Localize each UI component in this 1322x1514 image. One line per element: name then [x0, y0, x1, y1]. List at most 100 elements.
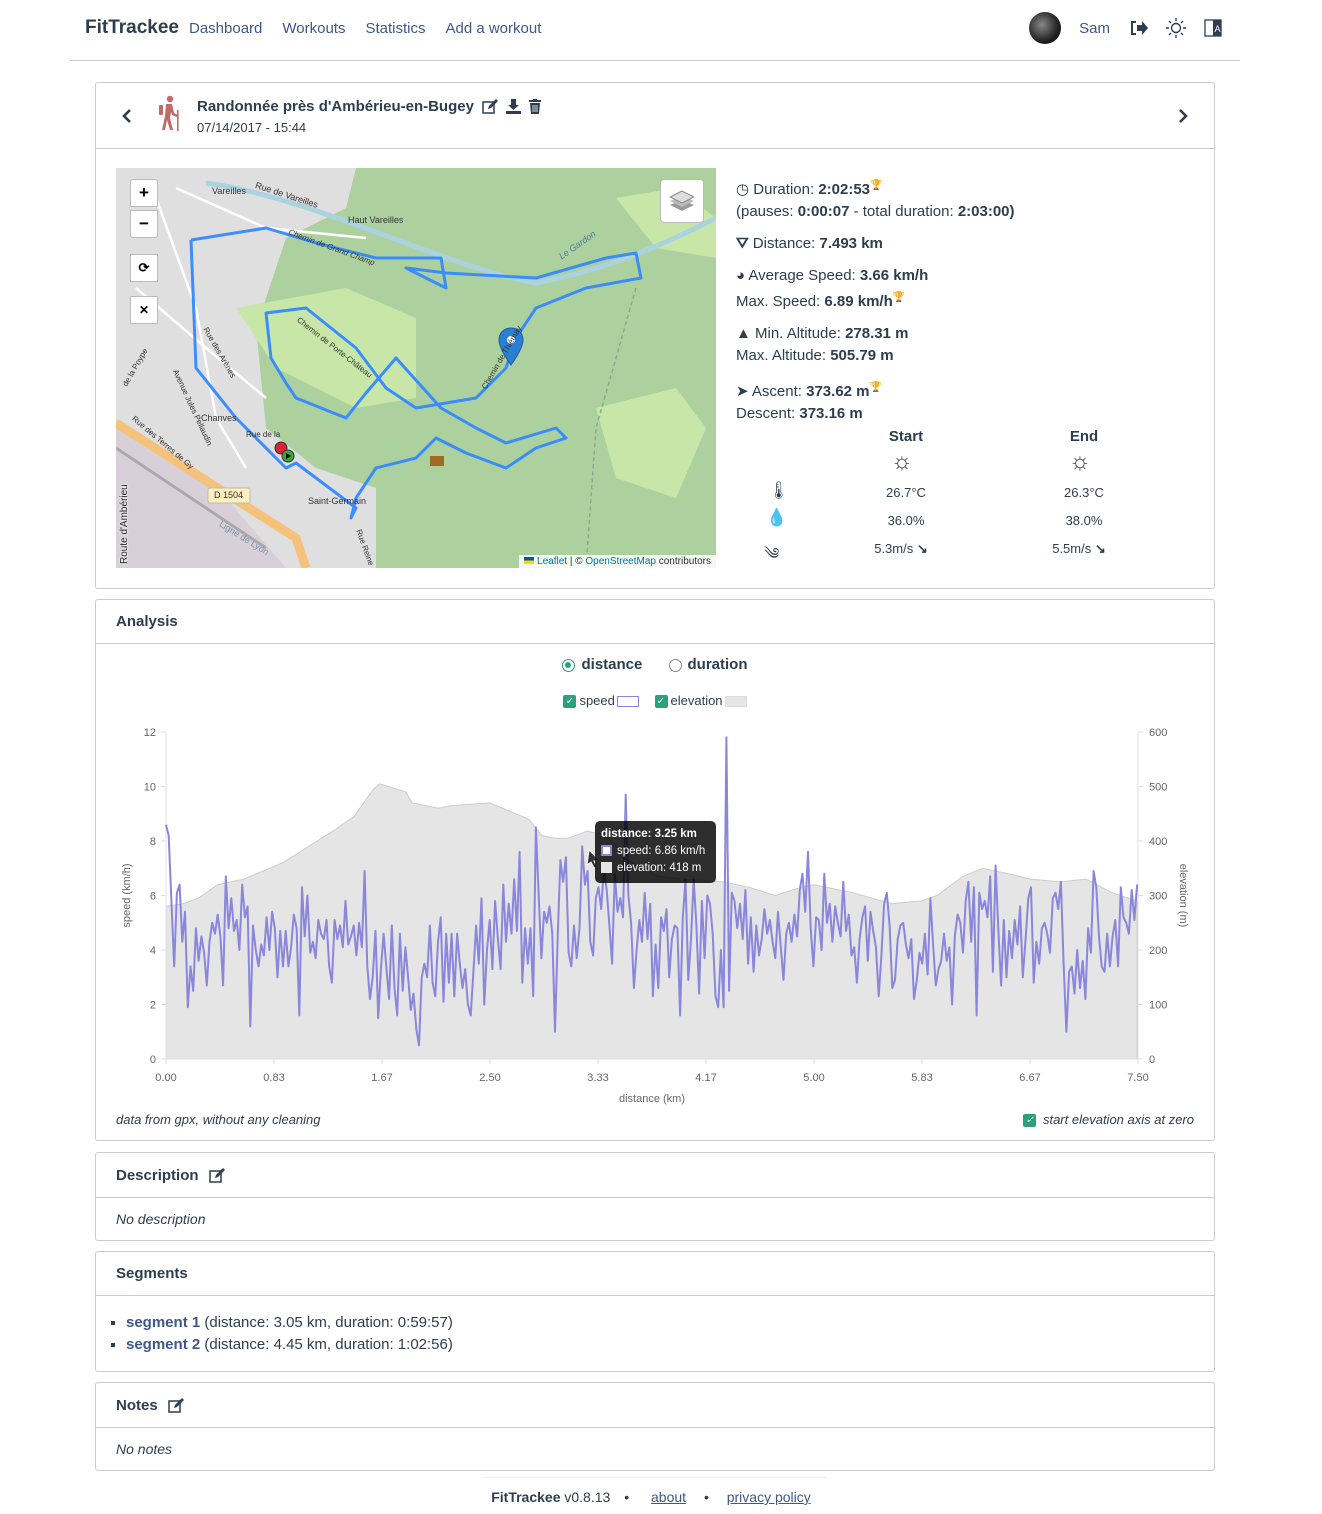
- pauses-label: (pauses:: [736, 203, 798, 220]
- language-icon[interactable]: A: [1204, 19, 1222, 37]
- weather-start-label: Start: [888, 428, 924, 445]
- map-label: Rue des Terres de Gy: [130, 414, 196, 471]
- layers-button[interactable]: [660, 179, 704, 223]
- sun-icon: ☼: [891, 448, 913, 475]
- analysis-title: Analysis: [96, 600, 1214, 644]
- segment-2-link[interactable]: segment 2: [126, 1336, 200, 1353]
- descent-value: 373.16 m: [799, 405, 863, 422]
- y2-tick-label: 100: [1149, 1000, 1167, 1012]
- trophy-icon: 🏆: [892, 292, 906, 303]
- radio-distance-label: distance: [581, 656, 643, 673]
- edit-icon[interactable]: [167, 1397, 184, 1413]
- y-tick-label: 2: [150, 1000, 156, 1012]
- x-tick-label: 1.67: [371, 1072, 392, 1084]
- y2-tick-label: 500: [1149, 782, 1167, 794]
- map-label: Rue Reine: [354, 528, 376, 567]
- speed-elevation-chart[interactable]: 0 2 4 6 8 10 12 0 100 200 300 400 500 600 0.00 0.83 1.67…: [96, 720, 1214, 1110]
- footer-brand: FitTrackee: [491, 1489, 561, 1505]
- leaflet-link[interactable]: Leaflet: [537, 556, 567, 567]
- map-label: Ligne de Lyon: [217, 518, 271, 558]
- osm-link[interactable]: OpenStreetMap: [585, 556, 656, 567]
- x-tick-label: 4.17: [695, 1072, 716, 1084]
- next-workout-chevron-icon[interactable]: [1178, 109, 1188, 123]
- x-tick-label: 5.00: [803, 1072, 824, 1084]
- map-label: Le Gardon: [556, 228, 598, 262]
- edit-icon[interactable]: [208, 1167, 225, 1183]
- radio-distance[interactable]: distance: [562, 656, 642, 673]
- nav-statistics[interactable]: Statistics: [365, 20, 425, 37]
- ascent-value: 373.62 m: [806, 383, 870, 400]
- tachometer-icon: ◕: [736, 267, 746, 284]
- logout-icon[interactable]: [1130, 20, 1148, 36]
- segments-card: Segments segment 1 (distance: 3.05 km, d…: [95, 1251, 1215, 1372]
- max-speed-value: 6.89 km/h: [824, 293, 893, 310]
- check-icon: ✓: [654, 695, 668, 709]
- min-alt-label: Min. Altitude:: [755, 325, 846, 342]
- legend-speed-label: speed: [579, 693, 615, 708]
- x-tick-label: 6.67: [1019, 1072, 1040, 1084]
- fullscreen-button[interactable]: ✕: [130, 296, 158, 324]
- map-label: Rue des Arènes: [201, 325, 238, 380]
- segment-1-link[interactable]: segment 1: [126, 1314, 200, 1331]
- distance-label: Distance:: [752, 235, 820, 252]
- zoom-in-button[interactable]: +: [130, 179, 158, 207]
- map-labels: Vareilles Rue de Vareilles Haut Vareille…: [116, 168, 716, 568]
- about-link[interactable]: about: [651, 1489, 686, 1505]
- delete-icon[interactable]: [528, 99, 541, 114]
- user-name-link[interactable]: Sam: [1079, 20, 1110, 37]
- nav-dashboard[interactable]: Dashboard: [189, 20, 262, 37]
- svg-text:A: A: [1215, 24, 1221, 34]
- distance-value: 7.493 km: [819, 235, 883, 252]
- wind-direction-icon: ↘: [1094, 541, 1106, 556]
- clock-icon: ◷: [736, 181, 750, 198]
- elevation-swatch: [724, 696, 747, 708]
- min-alt-value: 278.31 m: [845, 325, 909, 342]
- workout-map[interactable]: Vareilles Rue de Vareilles Haut Vareille…: [116, 168, 716, 568]
- y-tick-label: 12: [144, 727, 156, 739]
- workout-title: Randonnée près d'Ambérieu-en-Bugey: [197, 98, 474, 115]
- edit-icon[interactable]: [482, 99, 498, 114]
- weather-end-label: End: [1069, 428, 1099, 445]
- radio-duration[interactable]: duration: [668, 656, 748, 673]
- refresh-icon: ⟳: [138, 260, 150, 275]
- previous-workout-chevron-icon[interactable]: [122, 109, 132, 123]
- legend-elevation[interactable]: ✓ elevation: [654, 693, 747, 709]
- nav-add-workout[interactable]: Add a workout: [445, 20, 541, 37]
- trophy-icon: 🏆: [870, 180, 883, 191]
- speed-swatch: [616, 696, 639, 708]
- tooltip-title: distance: 3.25 km: [601, 828, 697, 840]
- download-icon[interactable]: [505, 99, 521, 114]
- nav-workouts[interactable]: Workouts: [282, 20, 345, 37]
- y2-tick-label: 400: [1149, 836, 1167, 848]
- max-speed-label: Max. Speed:: [736, 293, 825, 310]
- avatar[interactable]: [1029, 12, 1062, 44]
- privacy-policy-link[interactable]: privacy policy: [727, 1489, 811, 1505]
- total-duration-value: 2:03:00: [957, 203, 1010, 220]
- description-text: No description: [116, 1211, 206, 1227]
- y-tick-label: 4: [150, 945, 156, 957]
- y2-tick-label: 0: [1149, 1054, 1155, 1066]
- legend-elevation-label: elevation: [670, 693, 723, 708]
- map-label: Vareilles: [212, 186, 246, 196]
- hiking-icon: [159, 95, 179, 131]
- legend-speed[interactable]: ✓ speed: [563, 693, 639, 709]
- workout-card: Randonnée près d'Ambérieu-en-Bugey 07/14…: [95, 82, 1215, 589]
- brand-logo[interactable]: FitTrackee: [85, 17, 179, 39]
- segment-detail: (distance: 4.45 km, duration: 1:02:56): [200, 1336, 453, 1353]
- reset-map-button[interactable]: ⟳: [130, 254, 158, 282]
- description-card: Description No description: [95, 1152, 1215, 1241]
- zoom-out-button[interactable]: −: [130, 210, 158, 238]
- zero-axis-checkbox[interactable]: ✓ start elevation axis at zero: [1023, 1112, 1194, 1128]
- avg-speed-label: Average Speed:: [748, 267, 860, 284]
- map-label: de la Poype: [120, 346, 150, 389]
- sun-icon[interactable]: [1166, 18, 1186, 38]
- y2-tick-label: 300: [1149, 891, 1167, 903]
- segment-detail: (distance: 3.05 km, duration: 0:59:57): [200, 1314, 453, 1331]
- location-arrow-icon: ➤: [736, 383, 749, 400]
- attribution-tail: contributors: [655, 556, 711, 567]
- trophy-icon: 🏆: [869, 382, 882, 393]
- notes-card: Notes No notes: [95, 1382, 1215, 1471]
- segment-item: segment 2 (distance: 4.45 km, duration: …: [126, 1334, 1214, 1356]
- map-label: Chanves: [201, 413, 237, 423]
- check-icon: ✓: [1023, 1114, 1037, 1128]
